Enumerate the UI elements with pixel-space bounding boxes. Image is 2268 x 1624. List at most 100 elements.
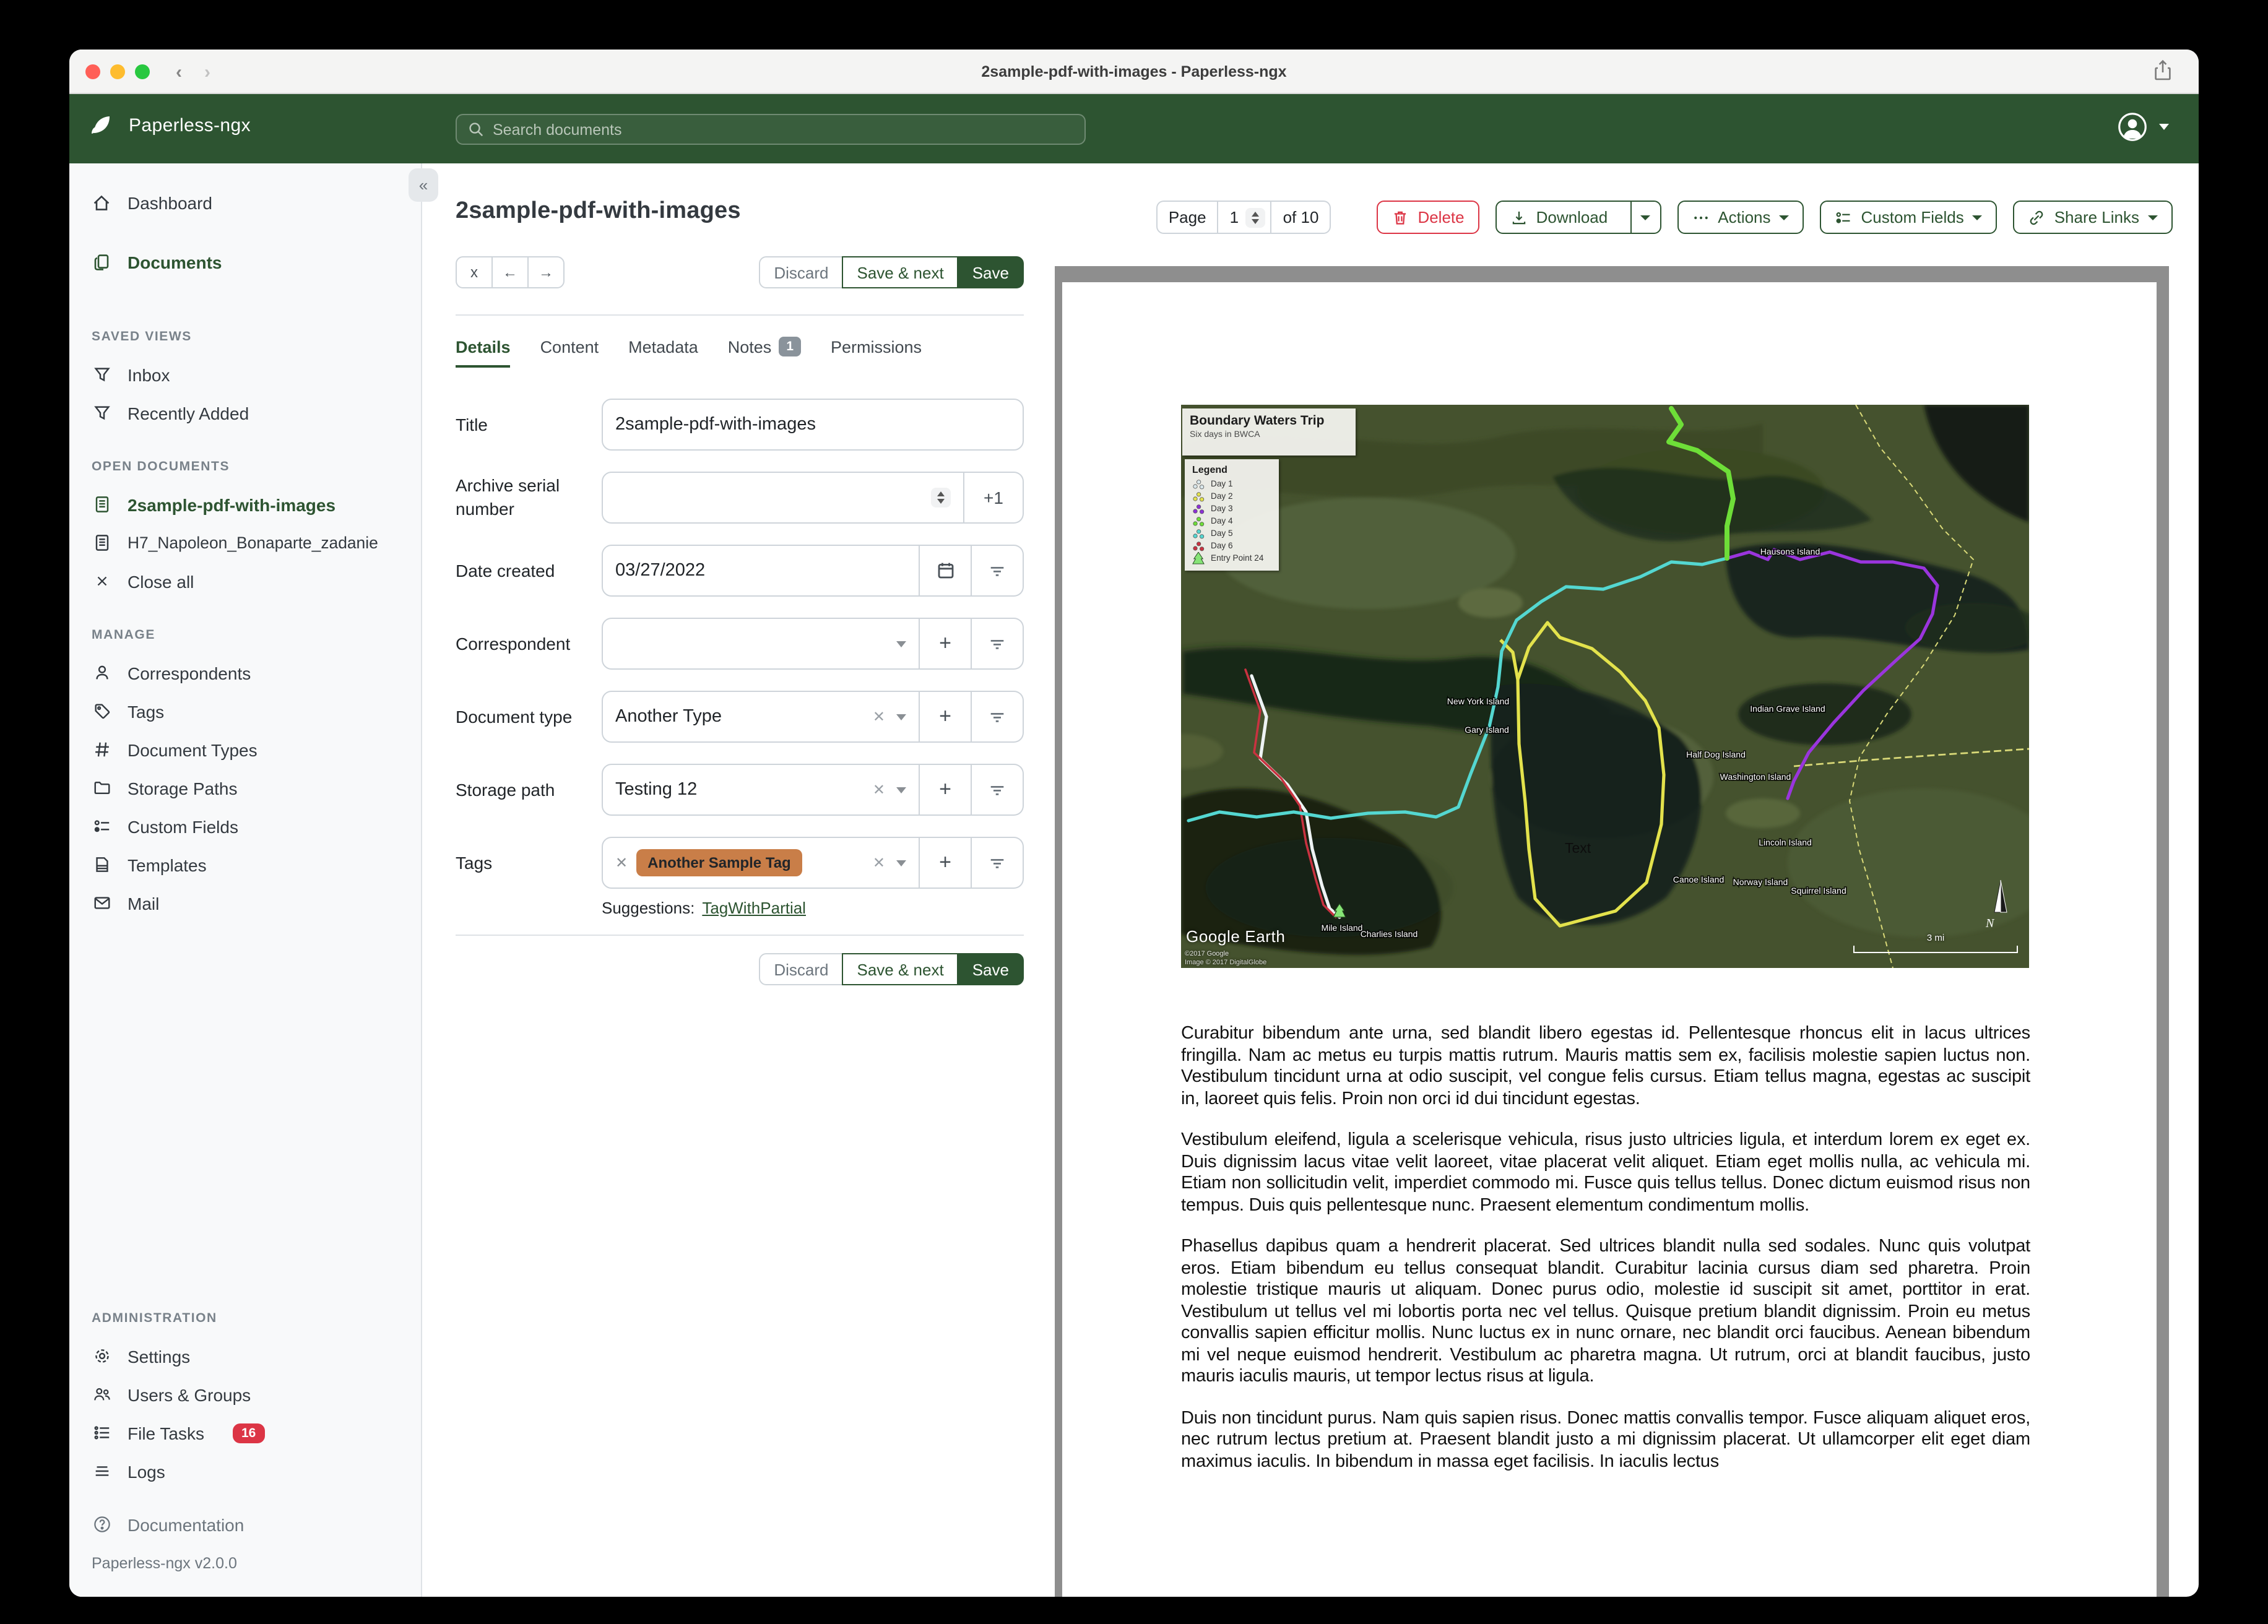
- close-icon: [92, 571, 111, 591]
- share-icon[interactable]: [2153, 59, 2173, 82]
- add-storage-path-button[interactable]: +: [920, 764, 972, 816]
- asn-increment-button[interactable]: +1: [964, 472, 1024, 524]
- tags-select[interactable]: ✕ Another Sample Tag ✕: [602, 837, 920, 889]
- save-next-button-bottom[interactable]: Save & next: [842, 953, 959, 985]
- sidebar-item-documentation[interactable]: Documentation: [69, 1505, 421, 1544]
- save-button-bottom[interactable]: Save: [957, 953, 1024, 985]
- actions-button[interactable]: Actions: [1677, 201, 1804, 234]
- add-tag-button[interactable]: +: [920, 837, 972, 889]
- sidebar-item-templates[interactable]: Templates: [69, 845, 421, 884]
- administration-header: ADMINISTRATION: [92, 1311, 217, 1326]
- previous-document-button[interactable]: ←: [491, 256, 529, 288]
- zoom-window-button[interactable]: [135, 64, 150, 79]
- discard-button[interactable]: Discard: [759, 256, 844, 288]
- document-toolbar: Page 1 of 10 Delete Download Actions Cus…: [1156, 201, 2173, 234]
- download-options-button[interactable]: [1630, 202, 1660, 233]
- remove-tag-icon[interactable]: ✕: [615, 854, 628, 871]
- island-label: Lincoln Island: [1759, 837, 1812, 847]
- tab-notes[interactable]: Notes 1: [728, 337, 801, 368]
- sidebar-item-custom-fields[interactable]: Custom Fields: [69, 807, 421, 845]
- ellipsis-icon: [1694, 215, 1708, 219]
- clear-icon[interactable]: ✕: [873, 708, 885, 725]
- sidebar-item-settings[interactable]: Settings: [69, 1337, 421, 1375]
- sidebar-item-tags[interactable]: Tags: [69, 692, 421, 730]
- sidebar-item-file-tasks[interactable]: File Tasks 16: [69, 1414, 421, 1452]
- filter-icon: [990, 566, 1004, 576]
- sidebar-item-document-types[interactable]: Document Types: [69, 730, 421, 769]
- close-window-button[interactable]: [85, 64, 100, 79]
- browser-back-button[interactable]: ‹: [176, 61, 182, 82]
- number-stepper[interactable]: [931, 488, 951, 508]
- storage-path-select[interactable]: Testing 12 ✕: [602, 764, 920, 816]
- page-stepper[interactable]: [1245, 207, 1265, 227]
- save-next-button[interactable]: Save & next: [842, 256, 959, 288]
- share-links-button[interactable]: Share Links: [2013, 201, 2173, 234]
- app-brand[interactable]: Paperless-ngx: [88, 111, 251, 139]
- filter-by-date-button[interactable]: [972, 545, 1024, 597]
- sidebar-item-correspondents[interactable]: Correspondents: [69, 654, 421, 692]
- gear-icon: [92, 1346, 111, 1366]
- suggestion-link[interactable]: TagWithPartial: [702, 899, 806, 917]
- sidebar-item-logs[interactable]: Logs: [69, 1452, 421, 1490]
- sidebar-item-open-doc-1[interactable]: 2sample-pdf-with-images: [69, 485, 421, 524]
- sidebar-item-storage-paths[interactable]: Storage Paths: [69, 769, 421, 807]
- custom-fields-button[interactable]: Custom Fields: [1820, 201, 1997, 234]
- filter-by-storage-path-button[interactable]: [972, 764, 1024, 816]
- browser-forward-button[interactable]: ›: [204, 61, 210, 82]
- sidebar-item-open-doc-2[interactable]: H7_Napoleon_Bonaparte_zadanie: [69, 524, 421, 562]
- correspondent-label: Correspondent: [456, 633, 571, 654]
- document-icon: [92, 533, 111, 553]
- add-document-type-button[interactable]: +: [920, 691, 972, 743]
- sidebar-item-recently-added[interactable]: Recently Added: [69, 394, 421, 432]
- add-correspondent-button[interactable]: +: [920, 618, 972, 670]
- filter-icon: [990, 858, 1004, 868]
- tab-permissions[interactable]: Permissions: [831, 337, 922, 367]
- close-document-button[interactable]: x: [456, 256, 493, 288]
- map-text-annotation: Text: [1565, 840, 1591, 856]
- route-marker-icon: [1193, 491, 1205, 501]
- file-tasks-badge: 16: [232, 1423, 265, 1443]
- user-menu[interactable]: [2117, 111, 2169, 142]
- manage-header: MANAGE: [92, 628, 155, 642]
- asn-field[interactable]: [602, 472, 964, 524]
- tab-details[interactable]: Details: [456, 337, 511, 367]
- search-icon: [469, 123, 483, 137]
- discard-button-bottom[interactable]: Discard: [759, 953, 844, 985]
- google-earth-logo: Google Earth: [1186, 927, 1286, 946]
- sidebar-item-users-groups[interactable]: Users & Groups: [69, 1375, 421, 1414]
- document-type-select[interactable]: Another Type ✕: [602, 691, 920, 743]
- filter-icon: [990, 712, 1004, 722]
- filter-by-correspondent-button[interactable]: [972, 618, 1024, 670]
- tab-content[interactable]: Content: [540, 337, 599, 367]
- clear-icon[interactable]: ✕: [873, 781, 885, 798]
- download-button[interactable]: Download: [1497, 202, 1622, 233]
- tab-metadata[interactable]: Metadata: [628, 337, 698, 367]
- filter-by-tag-button[interactable]: [972, 837, 1024, 889]
- delete-button[interactable]: Delete: [1377, 201, 1479, 234]
- pdf-preview-pane[interactable]: Hausons Island New York Island Gary Isla…: [1055, 266, 2169, 1597]
- sidebar-item-close-all[interactable]: Close all: [69, 562, 421, 600]
- search-input[interactable]: Search documents: [456, 114, 1086, 145]
- asn-label: Archive serial number: [456, 475, 560, 519]
- save-button[interactable]: Save: [957, 256, 1024, 288]
- title-field[interactable]: 2sample-pdf-with-images: [602, 399, 1024, 451]
- page-number-input[interactable]: 1: [1217, 201, 1272, 234]
- scale-bar: [1853, 946, 2018, 953]
- sidebar-collapse-button[interactable]: «: [409, 168, 438, 202]
- calendar-button[interactable]: [920, 545, 972, 597]
- sidebar-item-documents[interactable]: Documents: [69, 243, 421, 281]
- sidebar-item-mail[interactable]: Mail: [69, 884, 421, 922]
- tag-chip[interactable]: Another Sample Tag: [636, 849, 802, 876]
- saved-views-header: SAVED VIEWS: [92, 329, 192, 344]
- save-group-bottom: Discard Save & next Save: [759, 953, 1024, 985]
- clear-icon[interactable]: ✕: [873, 854, 885, 871]
- next-document-button[interactable]: →: [527, 256, 565, 288]
- sidebar-item-dashboard[interactable]: Dashboard: [69, 183, 421, 222]
- sidebar-item-inbox[interactable]: Inbox: [69, 355, 421, 394]
- date-created-field[interactable]: 03/27/2022: [602, 545, 920, 597]
- minimize-window-button[interactable]: [110, 64, 125, 79]
- correspondent-select[interactable]: [602, 618, 920, 670]
- filter-by-document-type-button[interactable]: [972, 691, 1024, 743]
- map-credit: ©2017 Google: [1185, 951, 1229, 958]
- document-body-text: Curabitur bibendum ante urna, sed blandi…: [1181, 1024, 2030, 1473]
